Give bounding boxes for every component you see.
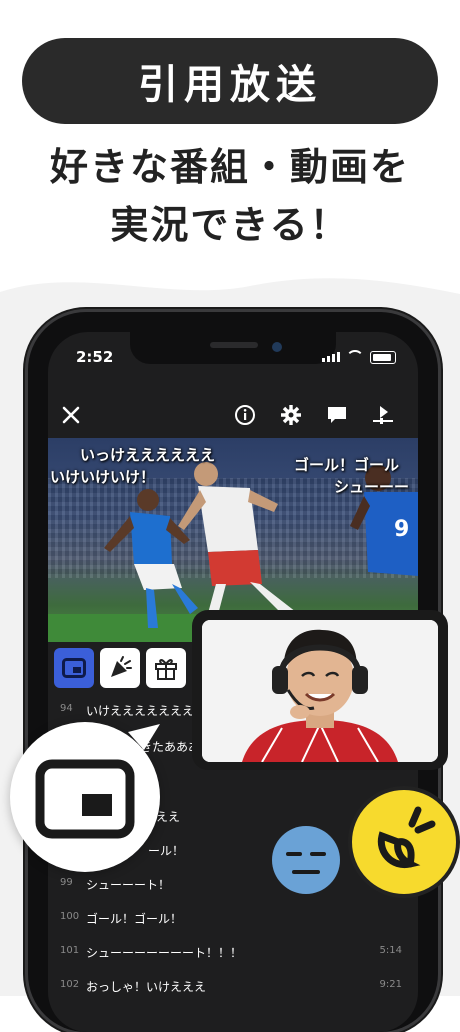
signal-icon <box>322 352 340 362</box>
picture-in-picture-badge <box>10 722 160 872</box>
comment-overlay: いけいけいけ！ <box>50 468 156 486</box>
comment-number: 94 <box>60 703 73 714</box>
cracker-icon[interactable] <box>100 648 140 688</box>
status-icons <box>322 350 396 364</box>
front-camera <box>272 342 282 352</box>
gift-icon[interactable] <box>146 648 186 688</box>
gear-icon[interactable] <box>276 400 306 430</box>
comment-text: シューーート！ <box>86 878 171 892</box>
comment-time: 5:14 <box>379 945 402 956</box>
streamer-video <box>202 620 438 762</box>
comment-number: 101 <box>60 945 80 956</box>
comment-text: シューーーーーーート！！！ <box>86 946 243 960</box>
laughing-face-sticker <box>348 786 460 898</box>
comment-number: 99 <box>60 877 73 888</box>
headline-line-1: 好きな番組・動画を <box>49 145 410 189</box>
list-item: 100 ゴール！ゴール！ <box>48 902 418 934</box>
comment-text: おっしゃ！いけえええ <box>86 980 207 994</box>
comment-number: 100 <box>60 911 80 922</box>
list-item: 102 おっしゃ！いけえええ 9:21 <box>48 970 418 1002</box>
notch <box>130 332 336 364</box>
close-icon[interactable] <box>56 400 86 430</box>
sleepy-face-sticker <box>272 826 340 894</box>
info-icon[interactable] <box>230 400 260 430</box>
battery-icon <box>370 350 396 364</box>
streamer-camera-window[interactable] <box>192 610 448 770</box>
list-item: 101 シューーーーーーート！！！ 5:14 <box>48 936 418 968</box>
picture-in-picture-button[interactable] <box>54 648 94 688</box>
quality-slider-icon[interactable] <box>368 400 398 430</box>
headline: 好きな番組・動画を 実況できる！ <box>0 138 460 254</box>
comment-time: 9:21 <box>379 979 402 990</box>
action-tools <box>54 648 186 688</box>
headline-line-2: 実況できる！ <box>110 203 350 247</box>
comment-text: ゴール！ゴール！ <box>86 912 183 926</box>
svg-text:9: 9 <box>394 517 409 542</box>
comment-overlay: シューーー <box>334 478 410 496</box>
comment-icon[interactable] <box>322 400 352 430</box>
status-time: 2:52 <box>76 348 114 366</box>
feature-banner: 引用放送 <box>22 38 438 124</box>
comment-text: いけえええええええ <box>86 704 195 718</box>
wifi-icon <box>346 350 364 364</box>
streamer-illustration <box>202 620 438 762</box>
player-toolbar <box>48 394 418 438</box>
comment-overlay: ゴール！ゴール <box>294 456 400 474</box>
comment-overlay: いっけええええええ <box>80 446 216 464</box>
speaker <box>210 342 258 348</box>
comment-number: 102 <box>60 979 80 990</box>
feature-banner-label: 引用放送 <box>138 62 322 108</box>
picture-in-picture-icon <box>35 724 160 839</box>
